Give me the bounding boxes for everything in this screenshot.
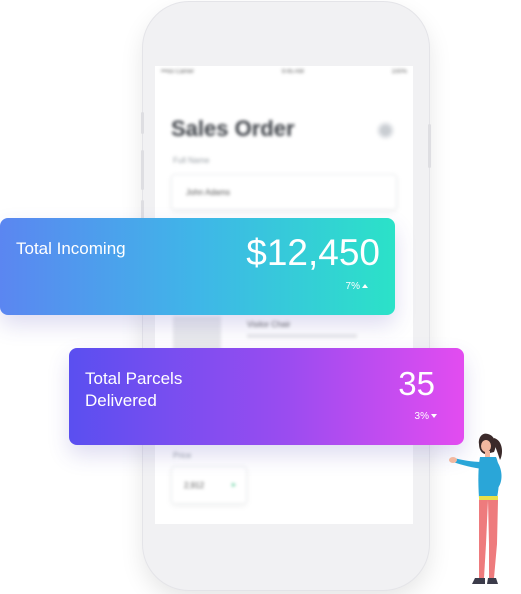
waist-shape xyxy=(479,496,498,500)
right-leg xyxy=(488,500,498,578)
price-field[interactable]: 2,912 ▸ xyxy=(171,466,247,504)
trend-up-icon xyxy=(362,284,368,288)
total-parcels-change-value: 3% xyxy=(414,411,429,422)
full-name-label: Full Name xyxy=(173,156,210,165)
total-parcels-card: Total Parcels Delivered 35 3% xyxy=(69,348,464,445)
product-description xyxy=(247,334,357,338)
price-label: Price xyxy=(173,451,192,460)
status-carrier: •••oo Carrier xyxy=(161,69,194,75)
total-parcels-value: 35 xyxy=(398,365,435,402)
full-name-field[interactable]: John Adams xyxy=(171,174,397,210)
woman-pointing-illustration xyxy=(449,433,502,584)
price-value: 2,912 xyxy=(184,481,205,490)
total-parcels-change: 3% xyxy=(415,411,437,422)
left-leg xyxy=(479,500,488,578)
total-incoming-value: $12,450 xyxy=(246,232,380,273)
total-parcels-label-line2: Delivered xyxy=(85,391,157,410)
ponytail-shape xyxy=(494,438,502,460)
total-incoming-card: Total Incoming $12,450 7% xyxy=(0,218,395,315)
status-bar: •••oo Carrier 9:45 AM 100% xyxy=(155,69,413,81)
chevron-icon: ▸ xyxy=(231,480,236,489)
hand-shape xyxy=(449,457,457,463)
total-incoming-label: Total Incoming xyxy=(16,239,126,258)
right-shoe xyxy=(487,578,498,584)
phone-power-button xyxy=(428,124,431,168)
total-parcels-label: Total Parcels Delivered xyxy=(85,368,182,412)
neck-shape xyxy=(485,451,490,457)
page-title: Sales Order xyxy=(171,116,295,141)
status-battery: 100% xyxy=(391,69,407,75)
product-name: Visitor Chair xyxy=(247,320,291,329)
status-time: 9:45 AM xyxy=(281,69,304,75)
settings-icon[interactable] xyxy=(377,122,394,139)
left-shoe xyxy=(472,578,485,584)
trend-down-icon xyxy=(431,414,437,418)
phone-volume-up-button xyxy=(141,150,144,190)
phone-side-button xyxy=(141,112,144,134)
face-shape xyxy=(481,440,491,452)
total-parcels-label-line1: Total Parcels xyxy=(85,369,183,388)
total-incoming-change: 7% xyxy=(346,281,368,292)
total-incoming-change-value: 7% xyxy=(345,281,360,292)
pointing-arm xyxy=(453,458,483,469)
